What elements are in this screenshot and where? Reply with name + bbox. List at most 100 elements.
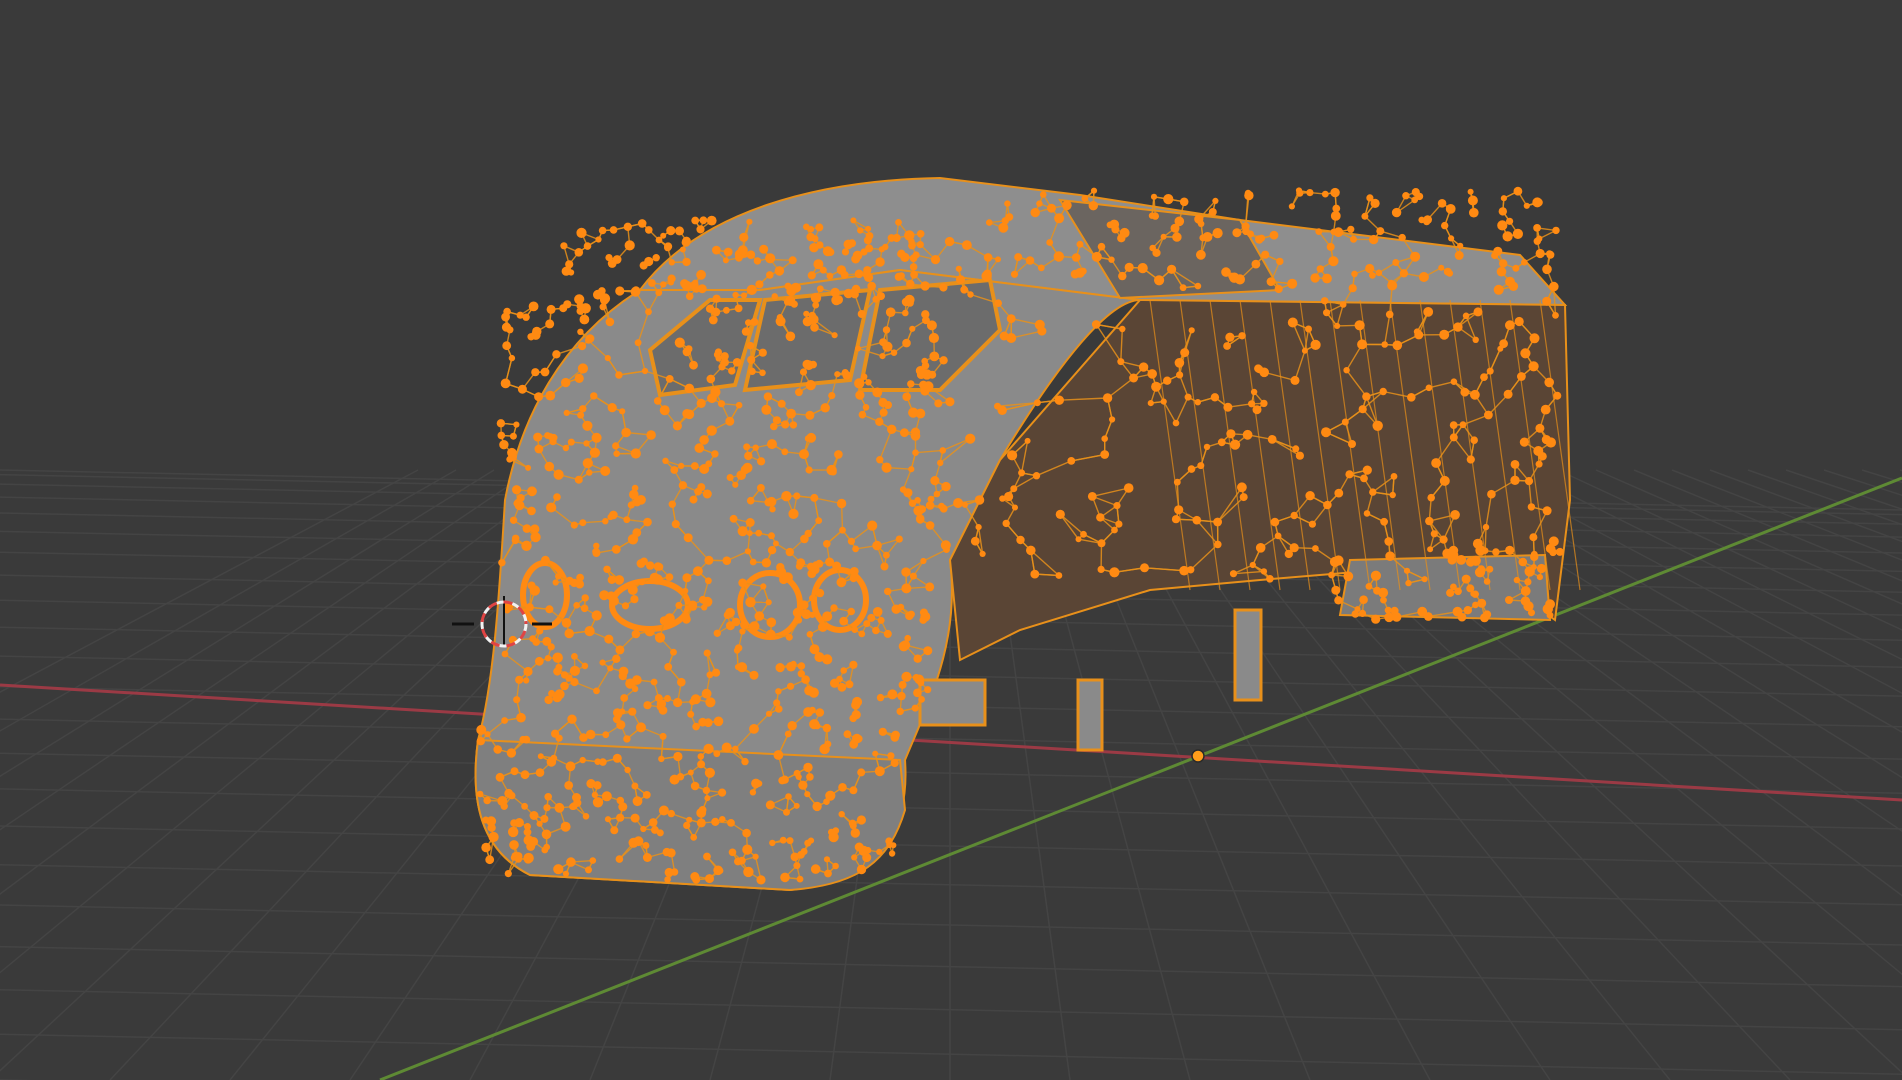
mesh-vertex[interactable] [620,694,629,702]
mesh-vertex[interactable] [865,232,874,240]
mesh-vertex[interactable] [1289,543,1299,553]
mesh-vertex[interactable] [605,317,615,327]
mesh-vertex[interactable] [755,780,763,787]
mesh-vertex[interactable] [793,802,800,809]
mesh-vertex[interactable] [699,216,708,225]
mesh-vertex[interactable] [501,717,508,724]
mesh-vertex[interactable] [1054,213,1065,224]
mesh-vertex[interactable] [670,466,679,474]
mesh-vertex[interactable] [823,798,830,805]
mesh-vertex[interactable] [1274,284,1283,294]
mesh-vertex[interactable] [938,502,945,510]
mesh-vertex[interactable] [738,245,748,256]
mesh-vertex[interactable] [1197,462,1205,470]
mesh-vertex[interactable] [576,227,587,238]
mesh-vertex[interactable] [838,783,847,792]
mesh-vertex[interactable] [746,341,755,350]
mesh-vertex[interactable] [604,634,614,644]
mesh-vertex[interactable] [815,223,824,232]
mesh-vertex[interactable] [823,540,831,548]
mesh-vertex[interactable] [1326,242,1335,251]
mesh-vertex[interactable] [529,811,539,820]
mesh-vertex[interactable] [666,226,676,236]
mesh-vertex[interactable] [795,388,803,397]
mesh-vertex[interactable] [527,581,536,590]
mesh-vertex[interactable] [508,354,516,362]
mesh-vertex[interactable] [1384,612,1394,623]
mesh-vertex[interactable] [786,286,797,296]
mesh-vertex[interactable] [632,796,643,807]
mesh-vertex[interactable] [577,363,589,374]
mesh-vertex[interactable] [1290,375,1300,385]
mesh-vertex[interactable] [630,448,641,459]
mesh-vertex[interactable] [1308,520,1316,528]
mesh-vertex[interactable] [581,662,589,670]
mesh-vertex[interactable] [781,491,792,502]
mesh-vertex[interactable] [781,420,790,429]
mesh-vertex[interactable] [836,577,847,588]
mesh-vertex[interactable] [516,712,526,723]
mesh-vertex[interactable] [810,864,821,874]
mesh-vertex[interactable] [1442,548,1453,559]
mesh-vertex[interactable] [832,862,839,870]
mesh-vertex[interactable] [612,442,620,450]
mesh-vertex[interactable] [923,381,934,392]
mesh-vertex[interactable] [887,752,895,760]
mesh-vertex[interactable] [569,665,581,677]
mesh-vertex[interactable] [1439,535,1448,544]
mesh-vertex[interactable] [878,727,887,736]
mesh-vertex[interactable] [1171,515,1181,524]
mesh-vertex[interactable] [601,791,612,802]
mesh-vertex[interactable] [579,756,586,764]
mesh-vertex[interactable] [1528,361,1539,372]
mesh-vertex[interactable] [1067,457,1076,465]
mesh-vertex[interactable] [742,828,751,838]
mesh-vertex[interactable] [1076,240,1084,248]
mesh-vertex[interactable] [1457,612,1467,622]
mesh-vertex[interactable] [1361,212,1369,220]
mesh-vertex[interactable] [882,326,891,334]
mesh-vertex[interactable] [1242,429,1253,440]
mesh-vertex[interactable] [1147,400,1154,407]
mesh-vertex[interactable] [1004,200,1011,207]
mesh-vertex[interactable] [1119,227,1130,238]
mesh-vertex[interactable] [664,876,671,883]
mesh-vertex[interactable] [710,386,721,398]
mesh-vertex[interactable] [568,269,575,276]
mesh-vertex[interactable] [983,269,992,279]
mesh-vertex[interactable] [1160,233,1167,240]
mesh-vertex[interactable] [1079,267,1087,275]
mesh-vertex[interactable] [837,682,847,692]
mesh-vertex[interactable] [1138,362,1149,372]
mesh-vertex[interactable] [1370,570,1381,581]
mesh-vertex[interactable] [940,540,951,551]
mesh-vertex[interactable] [579,733,588,742]
mesh-vertex[interactable] [965,433,976,444]
mesh-vertex[interactable] [1260,399,1268,408]
mesh-vertex[interactable] [699,595,707,604]
mesh-vertex[interactable] [734,304,743,313]
mesh-vertex[interactable] [779,836,787,844]
mesh-vertex[interactable] [1172,232,1182,242]
mesh-vertex[interactable] [1255,235,1264,244]
mesh-vertex[interactable] [570,521,578,529]
mesh-vertex[interactable] [962,240,972,251]
mesh-vertex[interactable] [890,842,897,849]
mesh-vertex[interactable] [1088,201,1099,211]
mesh-vertex[interactable] [939,356,948,365]
mesh-vertex[interactable] [921,361,930,370]
mesh-vertex[interactable] [1295,451,1304,460]
mesh-vertex[interactable] [650,678,658,686]
mesh-vertex[interactable] [836,675,843,683]
mesh-vertex[interactable] [1499,259,1508,268]
mesh-vertex[interactable] [1244,189,1252,197]
mesh-vertex[interactable] [1096,513,1105,522]
mesh-vertex[interactable] [616,720,626,730]
mesh-vertex[interactable] [1491,251,1499,260]
mesh-vertex[interactable] [995,256,1001,263]
mesh-vertex[interactable] [879,353,886,360]
mesh-vertex[interactable] [934,399,943,408]
mesh-vertex[interactable] [1010,485,1018,493]
mesh-vertex[interactable] [1267,435,1277,444]
mesh-vertex[interactable] [1053,251,1065,262]
